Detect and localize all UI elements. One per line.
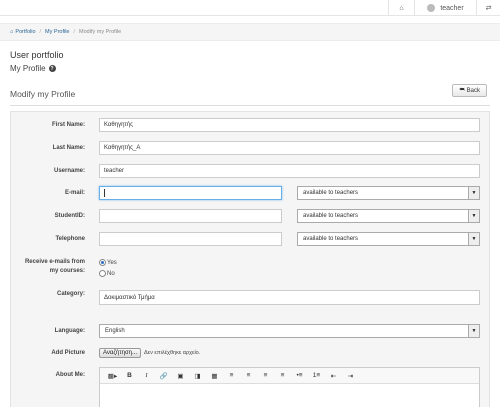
page-title: User portfolio (10, 50, 64, 60)
page-subtitle: My Profile ? (10, 64, 56, 73)
student-id-label: StudentID: (54, 213, 85, 219)
first-name-input[interactable]: Καθηγητής (99, 118, 480, 132)
about-me-label: About Me: (55, 372, 85, 378)
student-id-input[interactable] (99, 209, 282, 223)
receive-emails-label-line2: my courses: (49, 268, 85, 274)
bold-button[interactable]: B (121, 370, 138, 382)
receive-emails-yes-option[interactable]: Yes (99, 259, 117, 266)
breadcrumb-current: Modify my Profile (79, 29, 122, 35)
align-left-icon[interactable]: ≡ (223, 370, 240, 382)
indent-icon[interactable]: ⇥ (342, 370, 359, 382)
receive-emails-label: Receive e-mails from my courses: (10, 258, 85, 276)
student-id-visibility-value: available to teachers (303, 213, 359, 219)
breadcrumb-portfolio[interactable]: Portfolio (15, 29, 35, 35)
language-label: Language: (54, 328, 85, 334)
picture-file-input: Αναζήτηση... Δεν επιλέχθηκε αρχείο. (99, 348, 200, 358)
receive-emails-no-radio[interactable] (99, 270, 106, 277)
about-me-editor[interactable]: ▩▸ B I 🔗 ▣ ◨ ▦ ≡ ≡ ≡ ≡ •≡ 1≡ ⇤ ⇥ (99, 367, 480, 407)
receive-emails-no-option[interactable]: No (99, 270, 115, 277)
username-label: Username: (53, 168, 85, 174)
chevron-down-icon: ▼ (468, 210, 479, 222)
breadcrumb-separator: / (39, 29, 42, 35)
last-name-input[interactable]: Καθηγητής_Α (99, 141, 480, 155)
image-icon[interactable]: ▣ (172, 370, 189, 382)
section-divider (10, 105, 490, 106)
category-input[interactable]: Δοκιμαστικό Τμήμα (99, 290, 480, 305)
menu-toggle-icon: ⇄ (485, 5, 492, 12)
last-name-label: Last Name: (52, 145, 85, 151)
add-picture-label: Add Picture (51, 350, 85, 356)
home-button[interactable]: ⌂ (388, 0, 414, 16)
table-icon[interactable]: ▦ (206, 370, 223, 382)
email-label: E-mail: (64, 190, 85, 196)
receive-emails-yes-radio[interactable] (99, 259, 106, 266)
receive-emails-yes-label: Yes (107, 259, 117, 266)
italic-button[interactable]: I (138, 370, 155, 382)
numbered-list-icon[interactable]: 1≡ (308, 370, 325, 382)
align-center-icon[interactable]: ≡ (240, 370, 257, 382)
breadcrumb: ⌂ Portfolio / My Profile / Modify my Pro… (0, 23, 500, 41)
back-label: Back (466, 87, 480, 94)
help-icon[interactable]: ? (48, 65, 56, 72)
file-status: Δεν επιλέχθηκε αρχείο. (143, 350, 201, 356)
video-icon[interactable]: ▩▸ (104, 370, 121, 382)
language-select[interactable]: English ▼ (99, 324, 480, 338)
user-menu[interactable]: teacher (414, 0, 476, 16)
outdent-icon[interactable]: ⇤ (325, 370, 342, 382)
language-value: English (105, 328, 125, 334)
telephone-input[interactable] (99, 232, 282, 246)
chevron-down-icon: ▼ (468, 233, 479, 245)
section-title: Modify my Profile (10, 89, 76, 99)
telephone-visibility-select[interactable]: available to teachers ▼ (297, 232, 480, 246)
user-name: teacher (440, 4, 464, 12)
editor-toolbar: ▩▸ B I 🔗 ▣ ◨ ▦ ≡ ≡ ≡ ≡ •≡ 1≡ ⇤ ⇥ (100, 368, 479, 384)
receive-emails-label-line1: Receive e-mails from (24, 259, 85, 265)
browse-file-button[interactable]: Αναζήτηση... (99, 348, 141, 358)
back-arrow-icon: ⮪ (459, 87, 465, 93)
breadcrumb-home-icon: ⌂ (10, 29, 14, 35)
home-icon: ⌂ (399, 4, 404, 12)
align-right-icon[interactable]: ≡ (257, 370, 274, 382)
student-id-visibility-select[interactable]: available to teachers ▼ (297, 209, 480, 223)
user-icon (427, 4, 436, 12)
media-icon[interactable]: ◨ (189, 370, 206, 382)
menu-toggle-button[interactable]: ⇄ (476, 0, 500, 16)
email-visibility-value: available to teachers (303, 190, 359, 196)
category-label: Category: (56, 291, 85, 297)
chevron-down-icon: ▼ (468, 325, 479, 337)
first-name-label: First Name: (51, 122, 85, 128)
page-subtitle-text: My Profile (10, 64, 46, 73)
chevron-down-icon: ▼ (468, 187, 479, 199)
text-cursor (104, 189, 105, 197)
username-input[interactable]: teacher (99, 164, 480, 178)
telephone-visibility-value: available to teachers (303, 236, 359, 242)
back-button[interactable]: ⮪ Back (452, 84, 487, 97)
telephone-label: Telephone (55, 236, 85, 242)
top-navbar: ⌂ teacher ⇄ (0, 0, 500, 16)
receive-emails-no-label: No (107, 270, 115, 277)
email-visibility-select[interactable]: available to teachers ▼ (297, 186, 480, 200)
breadcrumb-my-profile[interactable]: My Profile (45, 29, 69, 35)
bullet-list-icon[interactable]: •≡ (291, 370, 308, 382)
align-justify-icon[interactable]: ≡ (274, 370, 291, 382)
breadcrumb-separator: / (73, 29, 76, 35)
email-input[interactable] (99, 186, 282, 200)
link-icon[interactable]: 🔗 (155, 370, 172, 382)
